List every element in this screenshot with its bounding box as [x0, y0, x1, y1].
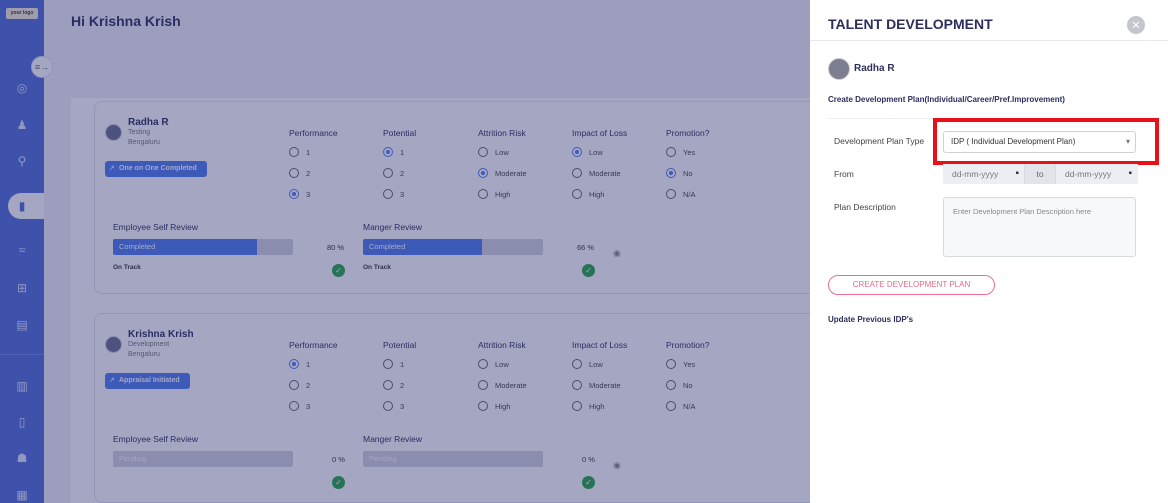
modal-overlay[interactable] — [0, 0, 810, 503]
from-label: From — [834, 169, 854, 179]
create-plan-button[interactable]: CREATE DEVELOPMENT PLAN — [828, 275, 995, 295]
panel-title: TALENT DEVELOPMENT — [828, 16, 993, 32]
description-label: Plan Description — [834, 202, 896, 212]
app-root: your logo ◎ ♟ ⚲ ▮ ≈ ⊞ ▤ ▥ ▯ ☗ ▦ ≡→ Hi Kr… — [0, 0, 1168, 503]
update-previous-link[interactable]: Update Previous IDP's — [828, 315, 913, 324]
plan-type-label: Development Plan Type — [834, 136, 925, 146]
highlight-box — [933, 118, 1159, 165]
panel-divider — [810, 40, 1168, 41]
description-textarea[interactable]: Enter Development Plan Description here — [943, 197, 1136, 257]
to-date-input[interactable]: dd-mm-yyyy — [1056, 164, 1138, 184]
panel-employee-name: Radha R — [854, 63, 895, 74]
talent-development-panel: TALENT DEVELOPMENT ✕ Radha R Create Deve… — [810, 0, 1168, 503]
panel-subtitle: Create Development Plan(Individual/Caree… — [828, 95, 1065, 104]
close-icon[interactable]: ✕ — [1127, 16, 1145, 34]
avatar — [828, 58, 850, 80]
from-date-input[interactable]: dd-mm-yyyy — [943, 164, 1025, 184]
to-label: to — [1024, 164, 1056, 184]
